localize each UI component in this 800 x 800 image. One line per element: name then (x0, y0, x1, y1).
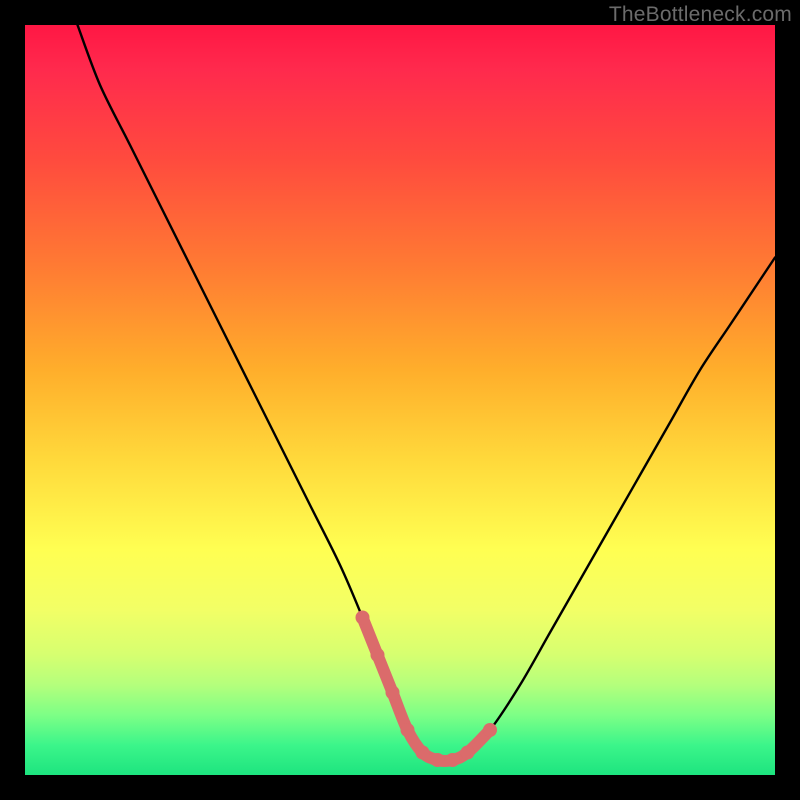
bottleneck-curve (78, 25, 776, 761)
highlight-marker-dot (446, 753, 460, 767)
highlight-marker-dot (386, 686, 400, 700)
highlight-marker-dot (461, 746, 475, 760)
highlight-marker-dot (483, 723, 497, 737)
watermark-text: TheBottleneck.com (609, 3, 792, 27)
chart-frame: TheBottleneck.com (0, 0, 800, 800)
plot-area (25, 25, 775, 775)
curve-layer (25, 25, 775, 775)
highlight-marker-dot (356, 611, 370, 625)
highlight-marker-dot (431, 753, 445, 767)
highlight-marker-dot (416, 746, 430, 760)
highlight-marker-dot (371, 648, 385, 662)
highlight-marker-dot (401, 723, 415, 737)
highlight-segment (363, 618, 491, 761)
